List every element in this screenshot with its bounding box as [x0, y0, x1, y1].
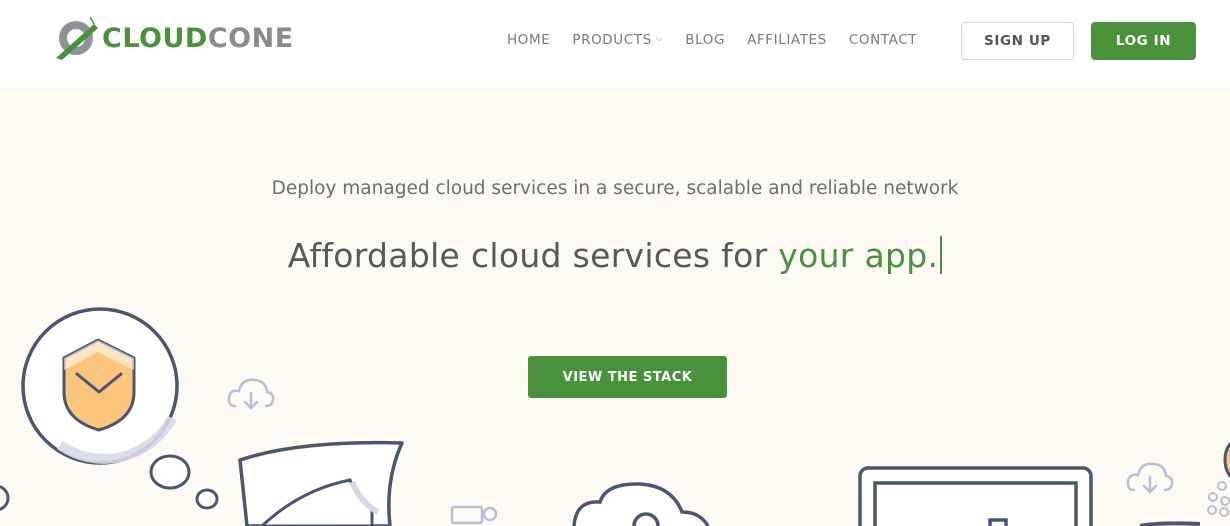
login-button[interactable]: LOG IN — [1091, 22, 1196, 60]
headline-accent: your app. — [778, 236, 939, 275]
laptop-icon — [858, 466, 1093, 526]
site-header: CLOUDCONE HOME PRODUCTS ⌵ BLOG AFFILIATES… — [0, 0, 1230, 88]
decorative-bubbles-right — [1207, 481, 1230, 517]
signup-button[interactable]: SIGN UP — [961, 22, 1074, 60]
logo-wordmark: CLOUDCONE — [102, 23, 294, 54]
logo[interactable]: CLOUDCONE — [54, 12, 294, 62]
main-nav: HOME PRODUCTS ⌵ BLOG AFFILIATES CONTACT — [507, 32, 939, 48]
shield-bubble-icon — [0, 307, 219, 511]
headline-prefix: Affordable cloud services for — [287, 236, 779, 275]
cloud-download-icon — [227, 378, 275, 410]
chevron-down-icon: ⌵ — [655, 34, 664, 44]
typing-caret — [940, 236, 943, 274]
document-icon — [238, 440, 404, 526]
view-stack-button[interactable]: VIEW THE STACK — [528, 356, 727, 398]
cloudcone-logo-icon — [56, 16, 98, 60]
cloud-download-icon-right — [1126, 462, 1174, 494]
cloud-lock-icon — [572, 482, 710, 526]
hero-illustration — [0, 307, 1230, 526]
nav-item-affiliates[interactable]: AFFILIATES — [747, 32, 827, 48]
nav-item-blog[interactable]: BLOG — [685, 32, 725, 48]
nav-item-contact[interactable]: CONTACT — [849, 32, 917, 48]
decorative-shape-right — [1223, 441, 1230, 479]
logo-text-cone: CONE — [207, 22, 294, 54]
logo-text-cloud: CLOUD — [102, 22, 208, 54]
nav-item-products[interactable]: PRODUCTS ⌵ — [572, 32, 663, 48]
nav-item-home[interactable]: HOME — [507, 32, 550, 48]
server-icon — [450, 505, 498, 525]
hero-headline: Affordable cloud services for your app. — [0, 236, 1230, 275]
hero-subtitle: Deploy managed cloud services in a secur… — [271, 178, 959, 199]
